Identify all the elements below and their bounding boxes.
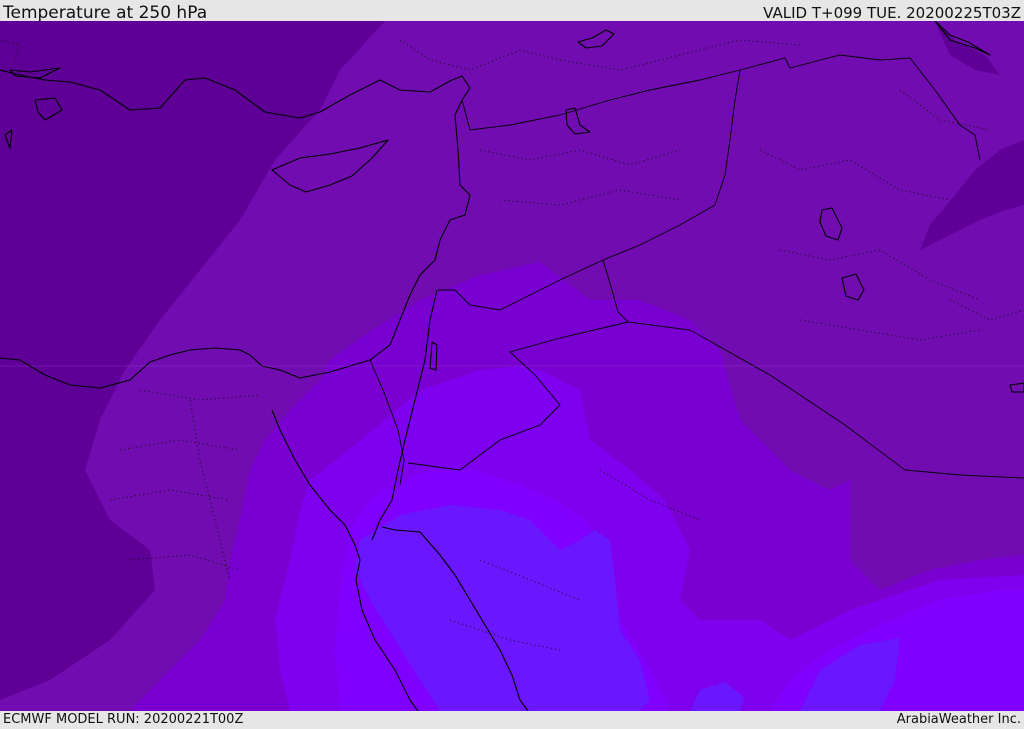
map-view[interactable] (0, 21, 1024, 711)
footer-bar: ECMWF MODEL RUN: 20200221T00Z ArabiaWeat… (0, 711, 1024, 729)
header-bar: Temperature at 250 hPa VALID T+099 TUE. … (0, 0, 1024, 23)
model-run: ECMWF MODEL RUN: 20200221T00Z (3, 712, 244, 727)
valid-time: VALID T+099 TUE. 20200225T03Z (763, 4, 1021, 22)
temperature-map (0, 21, 1024, 711)
map-title: Temperature at 250 hPa (3, 3, 208, 23)
credit: ArabiaWeather Inc. (896, 712, 1021, 727)
